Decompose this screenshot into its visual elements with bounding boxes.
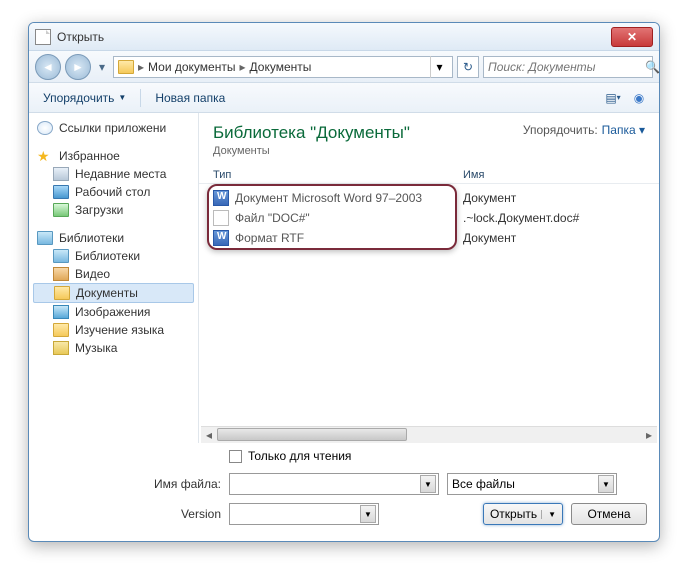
sort-link[interactable]: Папка ▾ — [602, 123, 645, 137]
library-subtitle: Документы — [213, 145, 410, 157]
desktop-icon — [53, 185, 69, 199]
open-dialog: Открыть ✕ ◄ ► ▾ ▸ Мои документы ▸ Докуме… — [28, 22, 660, 542]
library-header: Библиотека "Документы" Документы Упорядо… — [199, 113, 659, 163]
sidebar-item-images[interactable]: Изображения — [29, 303, 198, 321]
chevron-down-icon[interactable]: ▼ — [420, 475, 436, 493]
sidebar-app-links[interactable]: Ссылки приложени — [29, 119, 198, 137]
search-input[interactable] — [488, 60, 645, 74]
breadcrumb-item[interactable]: Документы — [250, 60, 312, 74]
toolbar: Упорядочить ▼ Новая папка ▤ ▾ ◉ — [29, 83, 659, 113]
image-icon — [53, 305, 69, 319]
navbar: ◄ ► ▾ ▸ Мои документы ▸ Документы ▾ ↻ 🔍 — [29, 51, 659, 83]
organize-label: Упорядочить — [43, 91, 114, 105]
sidebar-item-language[interactable]: Изучение языка — [29, 321, 198, 339]
view-button[interactable]: ▤ ▾ — [601, 87, 625, 109]
sidebar-item-video[interactable]: Видео — [29, 265, 198, 283]
version-label: Version — [41, 507, 221, 521]
breadcrumb[interactable]: ▸ Мои документы ▸ Документы ▾ — [113, 56, 453, 78]
file-row[interactable]: Файл "DOC#" .~lock.Документ.doc# — [213, 208, 645, 228]
chevron-down-icon: ▼ — [541, 510, 556, 519]
titlebar: Открыть ✕ — [29, 23, 659, 51]
refresh-button[interactable]: ↻ — [457, 56, 479, 78]
organize-button[interactable]: Упорядочить ▼ — [37, 87, 132, 109]
breadcrumb-dropdown[interactable]: ▾ — [430, 56, 448, 78]
library-sort: Упорядочить: Папка ▾ — [523, 123, 645, 137]
back-button[interactable]: ◄ — [35, 54, 61, 80]
main-panel: Библиотека "Документы" Документы Упорядо… — [199, 113, 659, 443]
sidebar-item-downloads[interactable]: Загрузки — [29, 201, 198, 219]
music-icon — [53, 341, 69, 355]
search-icon[interactable]: 🔍 — [645, 60, 660, 74]
folder-icon — [53, 323, 69, 337]
library-icon — [53, 249, 69, 263]
horizontal-scrollbar[interactable]: ◂ ▸ — [201, 426, 657, 443]
sidebar-libraries[interactable]: Библиотеки — [29, 229, 198, 247]
sidebar-favorites[interactable]: ★ Избранное — [29, 147, 198, 165]
folder-icon — [54, 286, 70, 300]
search-box[interactable]: 🔍 — [483, 56, 653, 78]
chevron-right-icon: ▸ — [136, 60, 146, 74]
downloads-icon — [53, 203, 69, 217]
sidebar-item-recent[interactable]: Недавние места — [29, 165, 198, 183]
version-combo[interactable]: ▼ — [229, 503, 379, 525]
word-icon — [213, 230, 229, 246]
cancel-button[interactable]: Отмена — [571, 503, 647, 525]
file-icon — [213, 210, 229, 226]
breadcrumb-item[interactable]: Мои документы — [148, 60, 235, 74]
column-type[interactable]: Тип — [213, 169, 463, 181]
window-title: Открыть — [57, 30, 104, 44]
column-name[interactable]: Имя — [463, 169, 645, 181]
sidebar: Ссылки приложени ★ Избранное Недавние ме… — [29, 113, 199, 443]
column-headers: Тип Имя — [199, 163, 659, 184]
nav-history-dropdown[interactable]: ▾ — [95, 54, 109, 80]
file-list[interactable]: Документ Microsoft Word 97–2003 Документ… — [199, 184, 659, 426]
close-button[interactable]: ✕ — [611, 27, 653, 47]
scroll-right-button[interactable]: ▸ — [641, 427, 657, 442]
readonly-label: Только для чтения — [248, 449, 351, 463]
scrollbar-thumb[interactable] — [217, 428, 407, 441]
sidebar-item-desktop[interactable]: Рабочий стол — [29, 183, 198, 201]
new-folder-button[interactable]: Новая папка — [149, 87, 231, 109]
filetype-value: Все файлы — [452, 477, 598, 491]
filename-combo[interactable]: ▼ — [229, 473, 439, 495]
filename-row: Имя файла: ▼ Все файлы ▼ — [29, 469, 659, 499]
chevron-down-icon[interactable]: ▼ — [598, 475, 614, 493]
open-button[interactable]: Открыть ▼ — [483, 503, 563, 525]
separator — [140, 89, 141, 107]
sidebar-item-documents[interactable]: Документы — [33, 283, 194, 303]
dialog-body: Ссылки приложени ★ Избранное Недавние ме… — [29, 113, 659, 443]
file-row[interactable]: Документ Microsoft Word 97–2003 Документ — [213, 188, 645, 208]
new-folder-label: Новая папка — [155, 91, 225, 105]
sidebar-item-music[interactable]: Музыка — [29, 339, 198, 357]
chevron-down-icon[interactable]: ▼ — [360, 505, 376, 523]
document-icon — [35, 29, 51, 45]
filename-label: Имя файла: — [41, 477, 221, 491]
star-icon: ★ — [37, 149, 53, 163]
chevron-right-icon: ▸ — [237, 60, 247, 74]
help-button[interactable]: ◉ — [627, 87, 651, 109]
folder-icon — [118, 60, 134, 74]
readonly-checkbox[interactable] — [229, 450, 242, 463]
sidebar-item-libraries[interactable]: Библиотеки — [29, 247, 198, 265]
word-icon — [213, 190, 229, 206]
filetype-combo[interactable]: Все файлы ▼ — [447, 473, 617, 495]
forward-button[interactable]: ► — [65, 54, 91, 80]
link-icon — [37, 121, 53, 135]
version-row: Version ▼ Открыть ▼ Отмена — [29, 499, 659, 529]
library-title: Библиотека "Документы" — [213, 123, 410, 143]
filename-input[interactable] — [234, 477, 420, 491]
options-row: Только для чтения — [29, 443, 659, 469]
library-icon — [37, 231, 53, 245]
video-icon — [53, 267, 69, 281]
file-row[interactable]: Формат RTF Документ — [213, 228, 645, 248]
recent-icon — [53, 167, 69, 181]
chevron-down-icon: ▼ — [118, 93, 126, 102]
scroll-left-button[interactable]: ◂ — [201, 427, 217, 442]
